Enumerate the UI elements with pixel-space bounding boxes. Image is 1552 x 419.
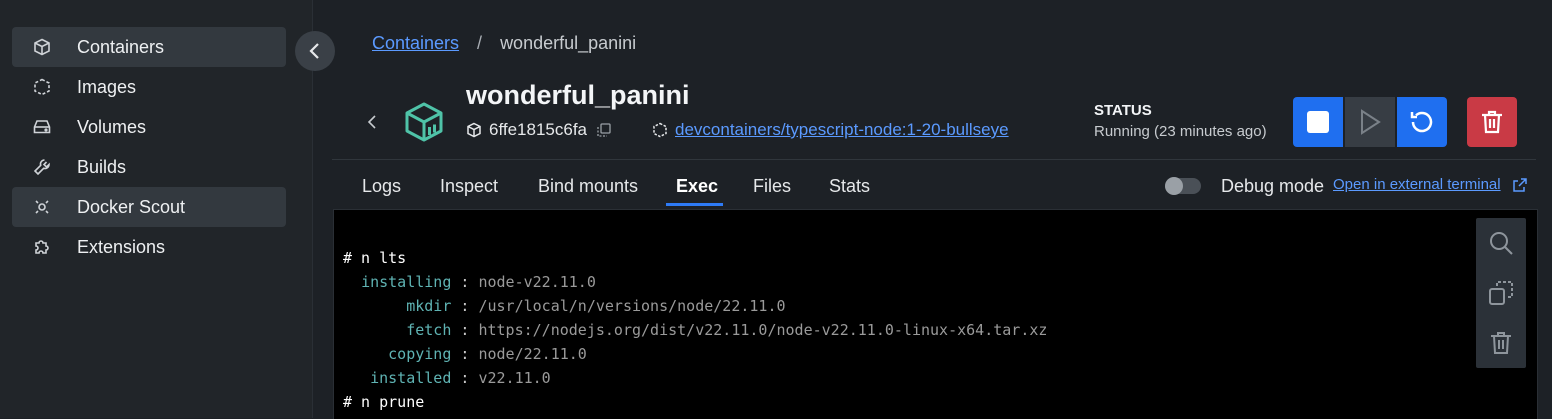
image-cloud-icon	[32, 77, 52, 97]
active-tab-indicator	[666, 203, 723, 206]
trash-icon	[1491, 332, 1511, 354]
terminal-output: # n lts installing : node-v22.11.0 mkdir…	[343, 246, 1047, 414]
sidebar-item-docker-scout[interactable]: Docker Scout	[12, 187, 286, 227]
sidebar-item-label: Images	[77, 77, 137, 97]
header-divider	[332, 159, 1536, 160]
tab-stats[interactable]: Stats	[829, 176, 870, 196]
cube-icon	[467, 122, 481, 138]
breadcrumb: Containers / wonderful_panini	[372, 33, 636, 53]
tab-bind-mounts[interactable]: Bind mounts	[538, 176, 638, 196]
breadcrumb-containers-link[interactable]: Containers	[372, 33, 459, 53]
container-cube-icon	[32, 37, 52, 57]
terminal-line: installed : v22.11.0	[370, 369, 551, 387]
sidebar-item-containers[interactable]: Containers	[12, 27, 286, 67]
terminal-line: # n lts	[343, 249, 407, 267]
chevron-left-icon	[367, 115, 376, 129]
start-button[interactable]	[1345, 97, 1395, 147]
puzzle-icon	[32, 237, 52, 257]
wrench-icon	[32, 157, 52, 177]
sidebar-item-label: Extensions	[77, 237, 166, 257]
scout-icon	[32, 197, 52, 217]
status-heading: STATUS	[1094, 102, 1152, 119]
breadcrumb-separator: /	[477, 33, 483, 53]
terminal-line: mkdir : /usr/local/n/versions/node/22.11…	[406, 297, 786, 315]
sidebar-item-label: Builds	[77, 157, 127, 177]
sidebar-item-builds[interactable]: Builds	[12, 147, 286, 187]
tab-inspect[interactable]: Inspect	[440, 176, 498, 196]
open-external-terminal-link[interactable]: Open in external terminal	[1333, 176, 1501, 194]
status-value: Running (23 minutes ago)	[1094, 123, 1267, 140]
image-icon	[653, 122, 667, 138]
terminal-search-button[interactable]	[1486, 228, 1516, 258]
sidebar-item-label: Docker Scout	[77, 197, 186, 217]
restart-button[interactable]	[1397, 97, 1447, 147]
volume-drive-icon	[32, 117, 52, 137]
terminal-line: fetch : https://nodejs.org/dist/v22.11.0…	[406, 321, 1048, 339]
chevron-left-icon	[309, 43, 319, 59]
tab-logs[interactable]: Logs	[362, 176, 401, 196]
sidebar-item-label: Volumes	[77, 117, 147, 137]
tab-exec[interactable]: Exec	[676, 176, 718, 196]
search-icon	[1490, 232, 1513, 255]
copy-icon[interactable]	[597, 123, 611, 137]
play-icon	[1361, 109, 1381, 135]
collapse-sidebar-button[interactable]	[295, 31, 335, 71]
terminal-line: # n prune	[343, 393, 425, 411]
terminal-clear-button[interactable]	[1486, 328, 1516, 358]
tab-files[interactable]: Files	[753, 176, 791, 196]
sidebar-item-volumes[interactable]: Volumes	[12, 107, 286, 147]
restart-icon	[1410, 111, 1433, 133]
external-link-icon[interactable]	[1513, 178, 1527, 192]
container-id-text: 6ffe1815c6fa	[489, 120, 587, 139]
toggle-knob	[1165, 177, 1183, 195]
stop-button[interactable]	[1293, 97, 1343, 147]
container-id: 6ffe1815c6fa	[466, 120, 611, 140]
terminal-line: copying : node/22.11.0	[388, 345, 587, 363]
trash-icon	[1482, 110, 1502, 134]
sidebar-item-label: Containers	[77, 37, 165, 57]
debug-mode-label: Debug mode	[1221, 176, 1325, 196]
breadcrumb-current: wonderful_panini	[500, 33, 637, 53]
terminal-toolbar	[1476, 218, 1526, 368]
debug-mode-toggle[interactable]	[1165, 177, 1201, 195]
sidebar-item-extensions[interactable]: Extensions	[12, 227, 286, 267]
copy-icon	[1489, 281, 1513, 305]
terminal-copy-button[interactable]	[1486, 278, 1516, 308]
terminal-line: installing : node-v22.11.0	[361, 273, 596, 291]
sidebar-item-images[interactable]: Images	[12, 67, 286, 107]
back-button[interactable]	[364, 112, 380, 132]
image-link[interactable]: devcontainers/typescript-node:1-20-bulls…	[675, 120, 1009, 140]
delete-button[interactable]	[1467, 97, 1517, 147]
container-title: wonderful_panini	[466, 80, 690, 110]
container-image: devcontainers/typescript-node:1-20-bulls…	[652, 120, 1009, 140]
container-icon	[402, 100, 446, 144]
terminal[interactable]: # n lts installing : node-v22.11.0 mkdir…	[333, 209, 1538, 419]
sidebar: Containers Images Volumes Builds Docker …	[0, 0, 313, 418]
stop-icon	[1307, 111, 1329, 133]
